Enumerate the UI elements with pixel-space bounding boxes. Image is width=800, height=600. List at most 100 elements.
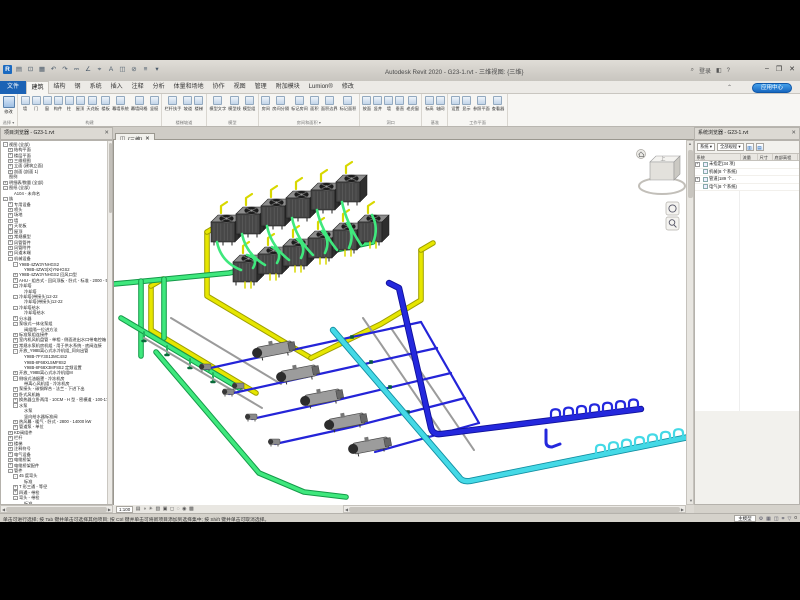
tool-标高[interactable]: 标高 (424, 96, 434, 112)
file-menu-icon[interactable]: ▤ (15, 65, 24, 74)
tool-柱[interactable]: 柱 (64, 96, 74, 112)
project-browser-hscrollbar[interactable]: ◀▶ (0, 505, 113, 513)
tool-天花板[interactable]: 天花板 (86, 96, 100, 112)
tool-设置[interactable]: 设置 (450, 96, 460, 112)
text-icon[interactable]: A (107, 65, 116, 74)
expander-icon[interactable]: + (3, 181, 8, 186)
expander-icon[interactable]: + (13, 278, 18, 283)
expander-icon[interactable]: + (8, 159, 13, 164)
revit-logo[interactable]: R (3, 65, 12, 74)
canvas-vscrollbar[interactable]: ▲▼ (686, 140, 694, 505)
expander-icon[interactable]: + (13, 316, 18, 321)
plugin-button[interactable]: 应用中心 (752, 83, 792, 93)
tool-查看器[interactable]: 查看器 (491, 96, 505, 112)
tool-模型线[interactable]: 模型线 (228, 96, 242, 112)
expander-icon[interactable]: + (8, 458, 13, 463)
column-header[interactable]: 底部高程 (773, 154, 798, 160)
expander-icon[interactable]: + (8, 431, 13, 436)
system-row[interactable]: +管道(189 个… (695, 176, 799, 184)
tab-附加模块[interactable]: 附加模块 (271, 81, 304, 94)
editable-only-icon[interactable]: ◫ (774, 516, 779, 522)
expander-icon[interactable]: + (8, 246, 13, 251)
expander-icon[interactable]: + (8, 463, 13, 468)
worksets-icon[interactable]: ⚙ (759, 516, 763, 522)
expander-icon[interactable]: - (13, 262, 18, 267)
expander-icon[interactable]: + (13, 490, 18, 495)
tab-注释[interactable]: 注释 (127, 81, 148, 94)
tool-修改[interactable]: 修改 (2, 96, 15, 115)
tab-体量和场地[interactable]: 体量和场地 (169, 81, 208, 94)
expander-icon[interactable]: - (13, 295, 18, 300)
tool-面积边界[interactable]: 面积边界 (320, 96, 338, 112)
crop-visibility-icon[interactable]: ◻ (170, 505, 174, 513)
expander-icon[interactable]: - (13, 403, 18, 408)
expander-icon[interactable]: + (13, 273, 18, 278)
temporary-hide-icon[interactable]: ◌ (177, 505, 180, 513)
shadows-icon[interactable]: ▨ (156, 505, 161, 513)
close-icon[interactable]: ✕ (104, 128, 109, 139)
expander-icon[interactable]: - (8, 257, 13, 262)
select-links-icon[interactable]: ⌗ (782, 516, 785, 522)
expander-icon[interactable]: + (13, 344, 18, 349)
minimize-button[interactable]: – (765, 65, 769, 73)
tool-幕墙系统[interactable]: 幕墙系统 (112, 96, 130, 112)
expander-icon[interactable]: + (13, 485, 18, 490)
expander-icon[interactable]: + (8, 436, 13, 441)
expander-icon[interactable]: + (13, 393, 18, 398)
filter-icon[interactable]: ▽ (787, 516, 791, 522)
tab-系统[interactable]: 系统 (85, 81, 106, 94)
reveal-hidden-icon[interactable]: ◉ (182, 505, 186, 513)
close-icon[interactable]: ✕ (791, 128, 796, 139)
ribbon-collapse-icon[interactable]: ⌃ (727, 84, 732, 91)
navigation-bar[interactable] (666, 202, 679, 230)
tool-模型组[interactable]: 模型组 (242, 96, 256, 112)
expander-icon[interactable]: + (13, 371, 18, 376)
expander-icon[interactable]: + (8, 153, 13, 158)
tool-窗[interactable]: 窗 (42, 96, 52, 112)
dimension-icon[interactable]: ⌖ (95, 65, 104, 74)
tab-钢[interactable]: 钢 (70, 81, 85, 94)
tool-参照平面[interactable]: 参照平面 (472, 96, 490, 112)
sun-path-icon[interactable]: ☀ (149, 505, 153, 513)
expander-icon[interactable]: + (8, 442, 13, 447)
tool-楼梯[interactable]: 楼梯 (194, 96, 204, 112)
tool-垂直[interactable]: 垂直 (395, 96, 405, 112)
expander-icon[interactable]: + (13, 398, 18, 403)
section-icon[interactable]: ⊘ (130, 65, 139, 74)
system-row[interactable]: +未指定(34 项) (695, 161, 799, 169)
expander-icon[interactable]: + (8, 240, 13, 245)
expander-icon[interactable]: - (3, 197, 8, 202)
expander-icon[interactable]: - (13, 349, 18, 354)
discipline-filter-select[interactable]: 全部规程 ▾ (717, 143, 744, 151)
expander-icon[interactable]: + (13, 387, 18, 392)
expander-icon[interactable]: + (8, 208, 13, 213)
expander-icon[interactable]: - (3, 186, 8, 191)
system-row[interactable]: +电气(8 个系统) (695, 184, 799, 192)
tool-栏杆扶手[interactable]: 栏杆扶手 (164, 96, 182, 112)
tool-模型文字[interactable]: 模型文字 (209, 96, 227, 112)
measure-icon[interactable]: ∠ (84, 65, 93, 74)
tool-竖井[interactable]: 竖井 (373, 96, 383, 112)
expander-icon[interactable]: + (8, 219, 13, 224)
tab-建筑[interactable]: 建筑 (26, 81, 49, 94)
expander-icon[interactable]: + (8, 148, 13, 153)
tool-屋顶[interactable]: 屋顶 (75, 96, 85, 112)
3d-view-icon[interactable]: ◫ (118, 65, 127, 74)
tab-管理[interactable]: 管理 (250, 81, 271, 94)
project-browser-header[interactable]: 项目浏览器 - G23-1.rvt ✕ (0, 127, 113, 140)
active-design-option-select[interactable]: 主模型 (734, 515, 756, 522)
tool-标记面积[interactable]: 标记面积 (339, 96, 357, 112)
redo-icon[interactable]: ↷ (61, 65, 70, 74)
print-icon[interactable]: ⎓ (72, 65, 81, 74)
tab-结构[interactable]: 结构 (49, 81, 70, 94)
expander-icon[interactable]: + (695, 177, 700, 182)
tool-轴网[interactable]: 轴网 (435, 96, 445, 112)
project-browser-vscrollbar[interactable] (107, 141, 112, 504)
design-options-icon[interactable]: ▦ (766, 516, 771, 522)
expander-icon[interactable]: - (13, 474, 18, 479)
expander-icon[interactable]: - (3, 142, 8, 147)
detail-level-icon[interactable]: ▤ (136, 505, 141, 513)
tab-插入[interactable]: 插入 (106, 81, 127, 94)
column-header[interactable]: 流量 (741, 154, 758, 160)
expander-icon[interactable]: + (8, 229, 13, 234)
